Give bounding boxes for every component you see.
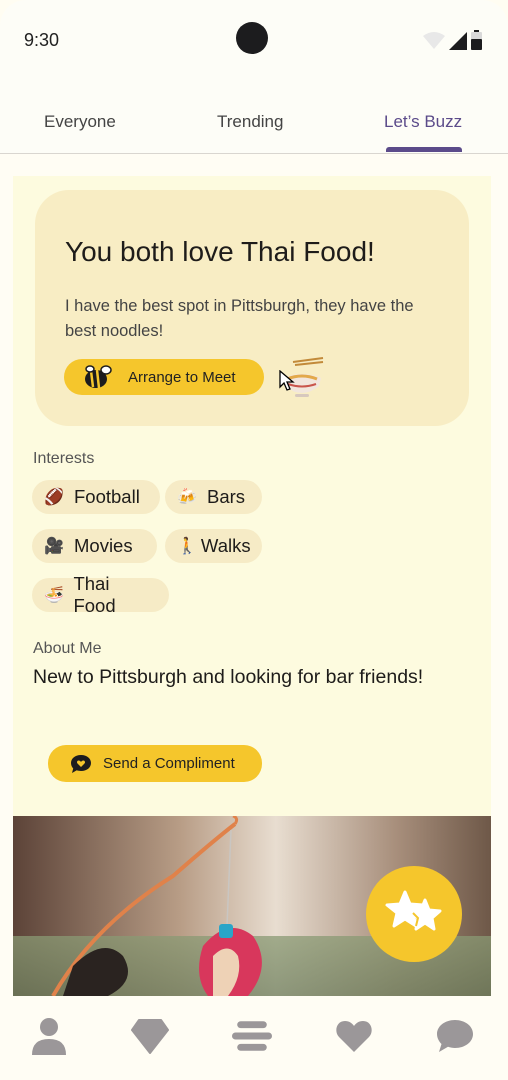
interest-chip-bars: 🍻 Bars <box>165 480 262 514</box>
interest-chip-movies: 🎥 Movies <box>32 529 157 563</box>
nav-chats[interactable] <box>435 1016 475 1056</box>
tab-active-indicator <box>386 147 462 152</box>
nav-discover[interactable] <box>130 1016 170 1056</box>
status-bar: 9:30 <box>0 0 508 80</box>
tab-lets-buzz[interactable]: Let’s Buzz <box>384 112 462 132</box>
interest-label: Football <box>74 486 140 507</box>
chat-icon <box>437 1020 473 1052</box>
super-compliment-fab[interactable] <box>366 866 462 962</box>
movie-camera-icon: 🎥 <box>44 538 64 555</box>
nav-profile[interactable] <box>29 1016 69 1056</box>
system-icons <box>423 30 482 50</box>
compliment-chat-heart-icon <box>71 754 91 773</box>
noodle-bowl-icon: 🍜 <box>44 587 64 604</box>
interests-heading: Interests <box>33 450 95 467</box>
front-camera <box>236 22 268 54</box>
mouse-cursor-icon <box>279 370 295 391</box>
tab-everyone[interactable]: Everyone <box>44 112 116 132</box>
bee-icon <box>85 365 112 389</box>
stars-icon <box>385 890 442 931</box>
match-card-message: I have the best spot in Pittsburgh, they… <box>65 297 414 340</box>
signal-icon <box>449 32 467 50</box>
nav-feed[interactable] <box>232 1016 272 1056</box>
football-icon: 🏈 <box>44 489 64 506</box>
send-compliment-button[interactable]: Send a Compliment <box>48 745 262 782</box>
about-me-text: New to Pittsburgh and looking for bar fr… <box>33 666 424 688</box>
battery-icon <box>471 30 482 50</box>
interest-chip-football: 🏈 Football <box>32 480 160 514</box>
interest-label: Walks <box>200 535 251 556</box>
match-card: You both love Thai Food! I have the best… <box>35 190 469 426</box>
heart-icon <box>336 1021 372 1052</box>
interest-label: Bars <box>207 486 246 507</box>
profile-content: You both love Thai Food! I have the best… <box>13 176 491 816</box>
arrange-to-meet-label: Arrange to Meet <box>128 368 236 386</box>
about-me-heading: About Me <box>33 640 102 657</box>
arrange-to-meet-button[interactable]: Arrange to Meet <box>64 359 264 395</box>
interest-label: Thai Food <box>73 573 116 616</box>
status-time: 9:30 <box>24 30 60 50</box>
nav-likes[interactable] <box>334 1016 374 1056</box>
profile-icon <box>32 1018 66 1055</box>
tab-trending[interactable]: Trending <box>217 112 283 132</box>
walking-icon: 🚶 <box>177 538 197 555</box>
tab-bar: Everyone Trending Let’s Buzz <box>0 80 508 154</box>
bar-icon: 🍻 <box>177 489 197 506</box>
feed-menu-icon <box>232 1021 272 1051</box>
interest-chip-thai-food: 🍜 Thai Food <box>32 573 169 616</box>
interest-chip-walks: 🚶 Walks <box>165 529 262 563</box>
send-compliment-label: Send a Compliment <box>103 755 235 772</box>
phone-screen: 9:30 Everyone Trending Let’s Buzz You bo… <box>0 0 508 1080</box>
wifi-icon <box>423 32 445 49</box>
bottom-navigation <box>0 996 508 1080</box>
discover-diamond-icon <box>131 1019 169 1054</box>
match-card-title: You both love Thai Food! <box>65 236 375 267</box>
interest-label: Movies <box>74 535 133 556</box>
